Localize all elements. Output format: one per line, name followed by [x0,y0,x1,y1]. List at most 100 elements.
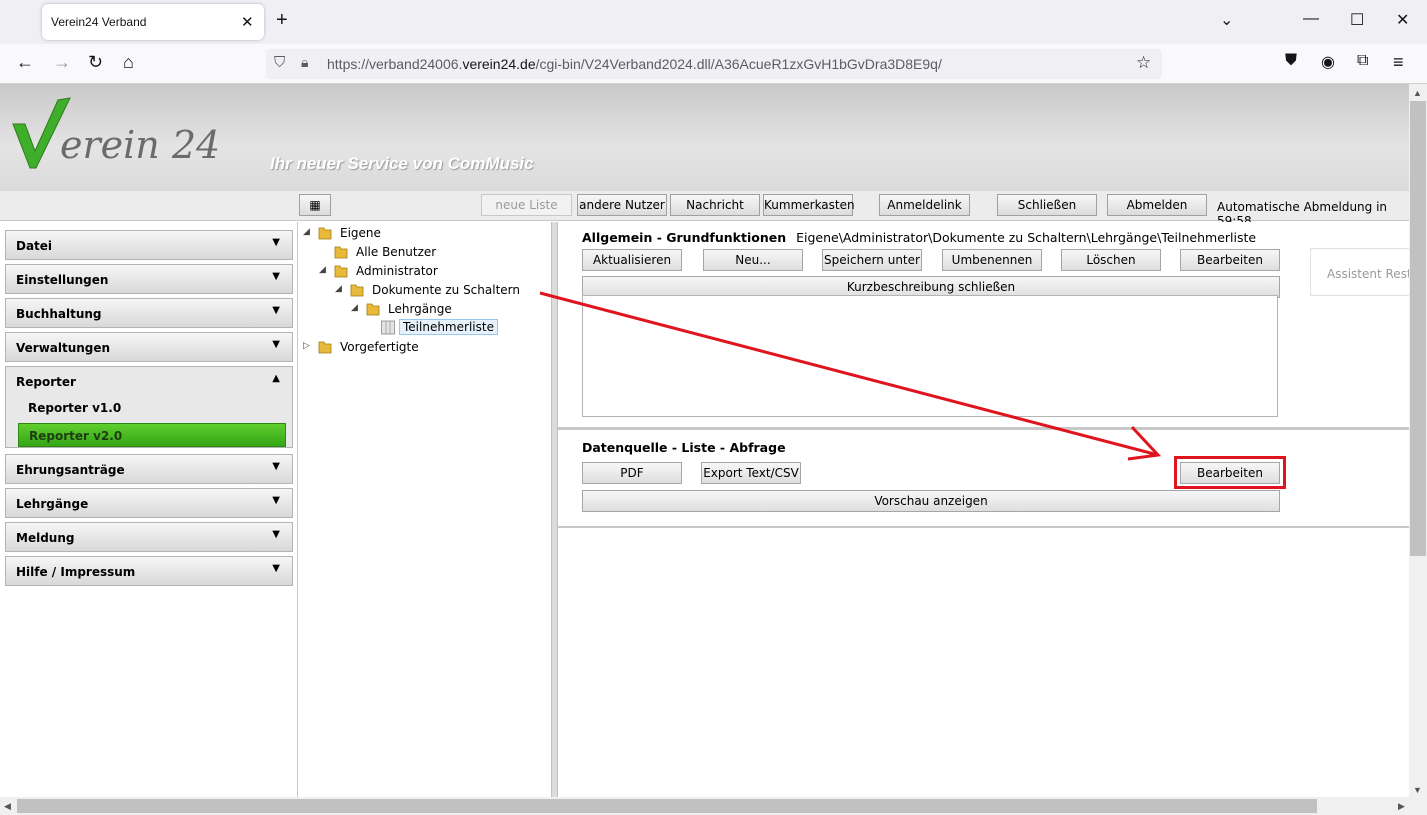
home-icon[interactable]: ⌂ [123,52,134,73]
sidebar-item-meldung[interactable]: Meldung ▼ [5,522,293,552]
scroll-up-icon[interactable]: ▲ [1413,88,1422,98]
shield-icon[interactable]: ⛉ [274,54,285,71]
umbenennen-button[interactable]: Umbenennen [942,249,1042,271]
verein24-logo: erein 24 [12,97,220,169]
minimize-icon[interactable]: — [1303,10,1319,28]
horizontal-scroll-thumb[interactable] [17,799,1317,813]
export-csv-button[interactable]: Export Text/CSV [701,462,801,484]
abmelden-button[interactable]: Abmelden [1107,194,1207,216]
url-bar[interactable]: ⛉ 🔒︎ https://verband24006.verein24.de/cg… [266,49,1162,79]
sidebar-item-label: Buchhaltung [16,307,102,321]
sidebar-item-label: Einstellungen [16,273,109,287]
tree-expanded-icon[interactable]: ◢ [335,284,342,294]
kummerkasten-button[interactable]: Kummerkasten [763,194,855,216]
folder-icon [366,303,380,316]
document-tree: ◢ Eigene Alle Benutzer ◢ Administrator ◢… [298,222,551,797]
sidebar-item-hilfe[interactable]: Hilfe / Impressum ▼ [5,556,293,586]
browser-nav-bar: ← → ↻ ⌂ ⛉ 🔒︎ https://verband24006.verein… [0,44,1427,84]
sidebar-item-datei[interactable]: Datei ▼ [5,230,293,260]
forward-icon[interactable]: → [53,52,71,73]
list-document-icon [381,320,395,335]
scroll-left-icon[interactable]: ◀ [4,801,11,812]
window-close-icon[interactable]: ✕ [1396,10,1409,30]
page-header: erein 24 Ihr neuer Service von ComMusic [0,84,1409,191]
sidebar-item-ehrungsantraege[interactable]: Ehrungsanträge ▼ [5,454,293,484]
browser-tab-bar: Verein24 Verband ✕ + ⌄ — ☐ ✕ [0,0,1427,44]
sidebar-item-verwaltungen[interactable]: Verwaltungen ▼ [5,332,293,362]
submenu-reporter-v1[interactable]: Reporter v1.0 [18,396,286,420]
aktualisieren-button[interactable]: Aktualisieren [582,249,682,271]
svg-text:erein 24: erein 24 [60,123,220,167]
tree-label[interactable]: Administrator [356,264,438,278]
panel-allgemein: Allgemein - Grundfunktionen Eigene\Admini… [558,222,1409,429]
assistent-box[interactable]: Assistent Resta [1310,248,1409,296]
tree-expanded-icon[interactable]: ◢ [351,303,358,313]
tree-expanded-icon[interactable]: ◢ [303,227,310,237]
panel-datenquelle-title: Datenquelle - Liste - Abfrage [582,440,786,455]
caret-down-icon: ▼ [272,495,280,506]
tree-label[interactable]: Eigene [340,226,381,240]
vorschau-button[interactable]: Vorschau anzeigen [582,490,1280,512]
vertical-scroll-thumb[interactable] [1410,101,1426,556]
pocket-icon[interactable]: ⛊ [1285,52,1297,70]
sidebar-item-label: Meldung [16,531,75,545]
sidebar-item-buchhaltung[interactable]: Buchhaltung ▼ [5,298,293,328]
extensions-icon[interactable]: ⧉ [1357,52,1368,70]
sidebar-item-label: Ehrungsanträge [16,463,125,477]
panel-allgemein-title: Allgemein - Grundfunktionen Eigene\Admini… [582,230,1256,245]
browser-tab[interactable]: Verein24 Verband ✕ [42,4,264,40]
schliessen-button[interactable]: Schließen [997,194,1097,216]
new-tab-icon[interactable]: + [276,9,288,32]
tree-label-selected[interactable]: Teilnehmerliste [399,319,498,335]
loeschen-button[interactable]: Löschen [1061,249,1161,271]
bookmark-star-icon[interactable]: ☆ [1136,53,1151,73]
tree-label[interactable]: Alle Benutzer [356,245,436,259]
url-text[interactable]: https://verband24006.verein24.de/cgi-bin… [327,56,942,72]
web-page: erein 24 Ihr neuer Service von ComMusic … [0,84,1409,797]
lock-icon[interactable]: 🔒︎ [301,54,308,71]
folder-icon [350,284,364,297]
tree-splitter[interactable] [551,222,558,797]
scroll-right-icon[interactable]: ▶ [1398,801,1405,812]
folder-icon [318,227,332,240]
back-icon[interactable]: ← [16,52,34,73]
menu-hamburger-icon[interactable]: ≡ [1393,52,1404,73]
tab-close-icon[interactable]: ✕ [241,13,254,31]
sidebar-item-label: Datei [16,239,53,253]
tab-list-chevron-icon[interactable]: ⌄ [1220,10,1233,30]
speichern-unter-button[interactable]: Speichern unter [822,249,922,271]
red-highlight-box [1174,456,1286,489]
andere-nutzer-button[interactable]: andere Nutzer [577,194,667,216]
tree-label[interactable]: Lehrgänge [388,302,452,316]
sidebar-item-lehrgaenge[interactable]: Lehrgänge ▼ [5,488,293,518]
nachricht-button[interactable]: Nachricht [670,194,760,216]
sidebar-item-label: Reporter [16,375,76,389]
description-textarea[interactable] [582,295,1278,417]
sidebar-item-label: Verwaltungen [16,341,111,355]
neu-button[interactable]: Neu... [703,249,803,271]
caret-down-icon: ▼ [272,271,280,282]
document-path: Eigene\Administrator\Dokumente zu Schalt… [796,230,1257,245]
caret-down-icon: ▼ [272,529,280,540]
reload-icon[interactable]: ↻ [88,52,103,73]
caret-down-icon: ▼ [272,339,280,350]
folder-icon [334,246,348,259]
tree-collapsed-icon[interactable]: ▷ [303,341,310,351]
toggle-sidebar-button[interactable]: ▦ [299,194,331,216]
tree-label[interactable]: Dokumente zu Schaltern [372,283,520,297]
tree-label[interactable]: Vorgefertigte [340,340,419,354]
main-content: Allgemein - Grundfunktionen Eigene\Admini… [558,222,1409,797]
account-icon[interactable]: ◉ [1321,52,1335,72]
bearbeiten-button-allgemein[interactable]: Bearbeiten [1180,249,1280,271]
scroll-down-icon[interactable]: ▼ [1413,785,1422,795]
caret-down-icon: ▼ [272,461,280,472]
folder-icon [334,265,348,278]
anmeldelink-button[interactable]: Anmeldelink [879,194,970,216]
neue-liste-button[interactable]: neue Liste [481,194,572,216]
sidebar-item-einstellungen[interactable]: Einstellungen ▼ [5,264,293,294]
submenu-reporter-v2[interactable]: Reporter v2.0 [18,423,286,447]
pdf-button[interactable]: PDF [582,462,682,484]
folder-icon [318,341,332,354]
tree-expanded-icon[interactable]: ◢ [319,265,326,275]
maximize-icon[interactable]: ☐ [1350,10,1364,30]
